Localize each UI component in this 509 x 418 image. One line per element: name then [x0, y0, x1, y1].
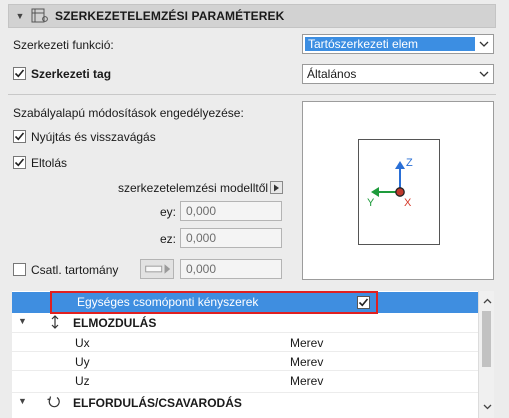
structural-member-dropdown[interactable]: Általános	[302, 64, 494, 84]
table-row[interactable]: Ux Merev	[12, 332, 478, 351]
scrollbar-thumb[interactable]	[482, 311, 491, 367]
structural-member-value: Általános	[307, 67, 357, 81]
constraints-table: Egységes csomóponti kényszerek ▼ ELMOZDU…	[12, 291, 494, 418]
table-row-selected[interactable]: Egységes csomóponti kényszerek	[12, 292, 478, 313]
checkmark-icon	[358, 298, 369, 307]
connection-range-checkbox[interactable]	[13, 263, 26, 276]
range-slider-icon	[145, 264, 171, 274]
table-group-rotation[interactable]: ▼ ELFORDULÁS/CSAVARODÁS	[12, 392, 478, 411]
structural-function-value: Tartószerkezeti elem	[305, 37, 475, 51]
divider	[8, 94, 496, 95]
checkmark-icon	[14, 69, 25, 78]
row-name: Uy	[75, 355, 90, 369]
scroll-down-icon[interactable]	[479, 399, 495, 415]
structural-function-dropdown[interactable]: Tartószerkezeti elem	[302, 34, 494, 54]
row-value[interactable]: Merev	[290, 355, 323, 369]
panel-title: SZERKEZETELEMZÉSI PARAMÉTEREK	[55, 9, 285, 23]
axis-y-label: Y	[367, 197, 375, 209]
chevron-down-icon	[475, 35, 493, 53]
axis-gizmo-icon	[371, 161, 405, 197]
structural-member-checkbox[interactable]	[13, 67, 26, 80]
structural-function-label: Szerkezeti funkció:	[13, 38, 114, 52]
table-row[interactable]: Uz Merev	[12, 370, 478, 389]
connection-range-label: Csatl. tartomány	[31, 263, 119, 277]
ey-label: ey:	[160, 205, 177, 219]
extend-trim-label: Nyújtás és visszavágás	[31, 130, 156, 144]
translation-icon	[50, 314, 60, 333]
uniform-node-constraints-label: Egységes csomóponti kényszerek	[77, 295, 259, 309]
checkmark-icon	[14, 158, 25, 167]
expand-triangle-icon[interactable]: ▼	[18, 316, 27, 326]
translation-group-label: ELMOZDULÁS	[73, 316, 157, 330]
extend-trim-checkbox[interactable]	[13, 130, 26, 143]
table-scrollbar[interactable]	[478, 291, 494, 418]
panel-header[interactable]: ▼ SZERKEZETELEMZÉSI PARAMÉTEREK	[8, 4, 496, 28]
axis-x-label: X	[404, 197, 412, 209]
preview-area: Z Y X	[302, 101, 494, 280]
connection-range-toggle[interactable]	[140, 259, 174, 279]
chevron-down-icon	[475, 65, 493, 83]
ez-field[interactable]: 0,000	[180, 228, 282, 248]
rotation-group-label: ELFORDULÁS/CSAVARODÁS	[73, 396, 242, 410]
structural-member-label: Szerkezeti tag	[31, 67, 112, 81]
table-group-translation[interactable]: ▼ ELMOZDULÁS	[12, 313, 478, 332]
offset-source-button[interactable]	[270, 181, 283, 194]
row-name: Ux	[75, 336, 90, 350]
ez-label: ez:	[160, 232, 177, 246]
rule-based-label: Szabályalapú módosítások engedélyezése:	[13, 106, 244, 120]
offset-label: Eltolás	[31, 156, 68, 170]
table-row[interactable]: Uy Merev	[12, 351, 478, 370]
axis-z-label: Z	[406, 157, 413, 169]
structural-analysis-icon	[31, 8, 49, 24]
connection-range-field[interactable]: 0,000	[180, 259, 282, 279]
offset-source-label: szerkezetelemzési modelltől	[118, 181, 269, 195]
expand-triangle-icon[interactable]: ▼	[18, 396, 27, 406]
offset-checkbox[interactable]	[13, 156, 26, 169]
row-value[interactable]: Merev	[290, 374, 323, 388]
scroll-up-icon[interactable]	[479, 293, 495, 309]
structural-analysis-panel: ▼ SZERKEZETELEMZÉSI PARAMÉTEREK Szerkeze…	[0, 0, 509, 418]
row-name: Uz	[75, 374, 90, 388]
ey-field[interactable]: 0,000	[180, 201, 282, 221]
rotation-icon	[46, 394, 62, 413]
play-arrow-icon	[274, 184, 279, 191]
collapse-triangle-icon[interactable]: ▼	[9, 11, 31, 21]
checkmark-icon	[14, 132, 25, 141]
uniform-node-constraints-checkbox[interactable]	[357, 296, 370, 309]
row-value[interactable]: Merev	[290, 336, 323, 350]
